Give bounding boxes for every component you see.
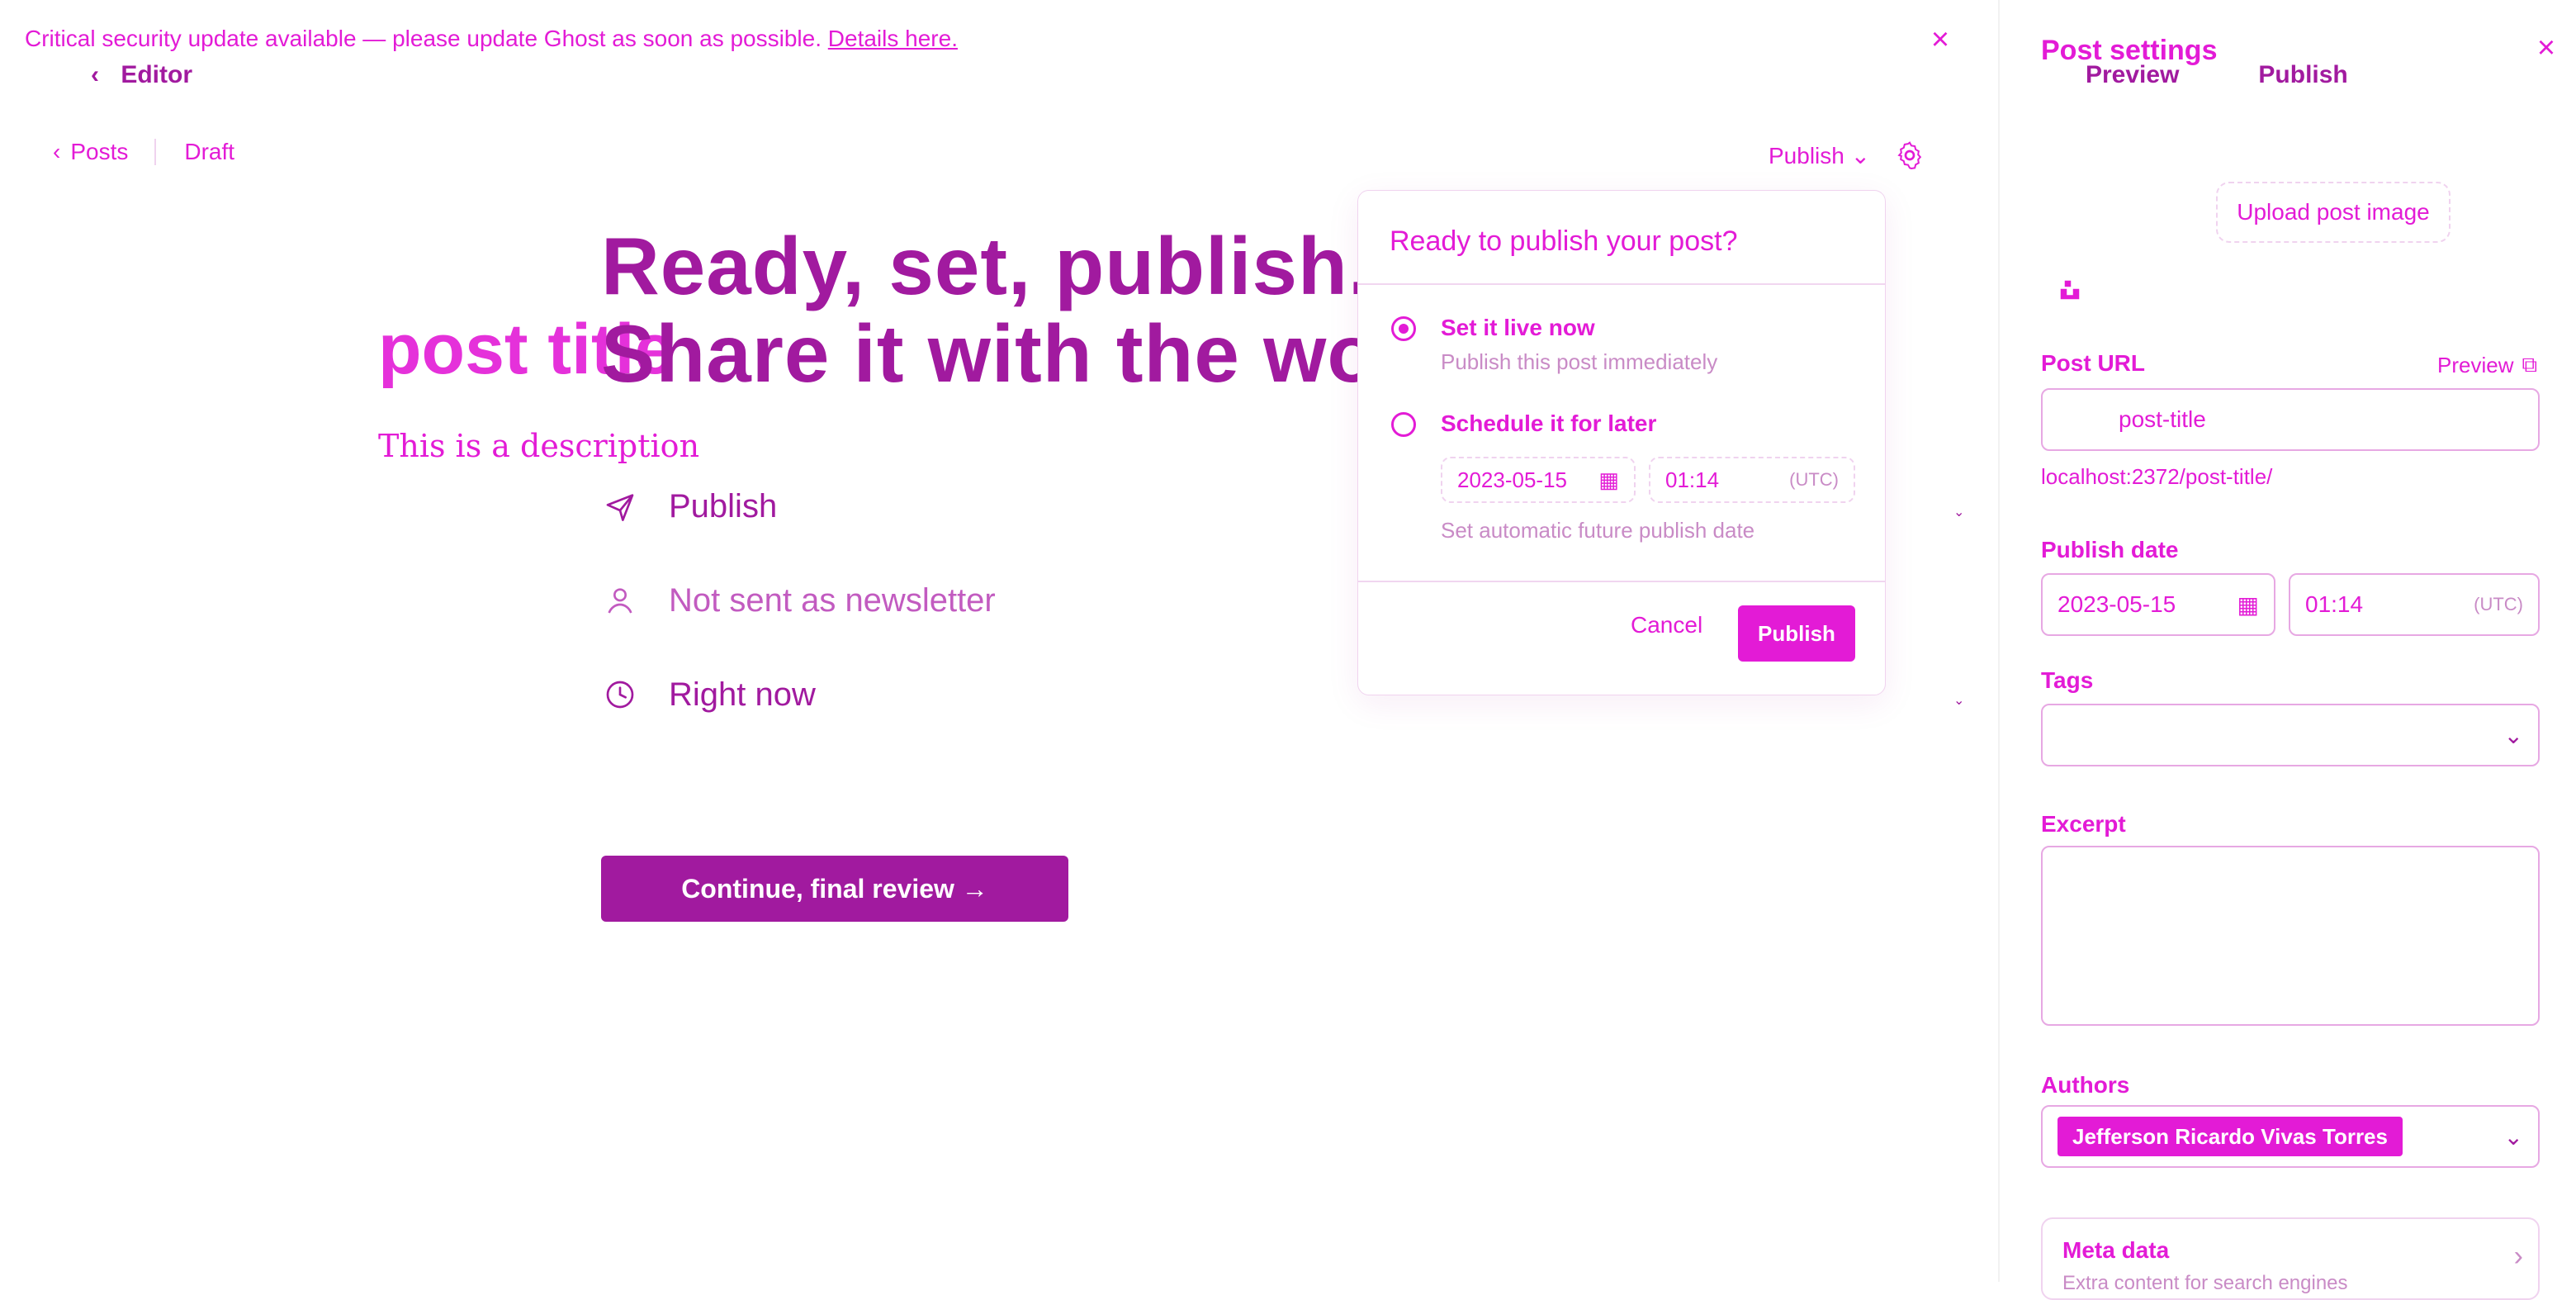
crumb-posts-label: Posts (70, 139, 129, 164)
post-url-preview-link[interactable]: Preview ⧉ (2437, 352, 2537, 378)
post-image-area: Upload post image (2041, 107, 2540, 311)
popover-timezone: (UTC) (1789, 469, 1839, 490)
upload-post-image-button[interactable]: Upload post image (2216, 182, 2451, 243)
editor-back-link[interactable]: ‹ Editor (91, 61, 192, 89)
newsletter-row-label: Not sent as newsletter (669, 581, 996, 619)
link-icon (2057, 403, 2091, 436)
publish-dropdown-link[interactable]: Publish ⌄ (1769, 142, 1870, 169)
close-icon: × (2536, 31, 2556, 65)
unsplash-icon[interactable] (2057, 278, 2082, 302)
editor-area: Critical security update available — ple… (0, 0, 1998, 1282)
publish-row-label: Publish (669, 487, 778, 524)
post-description[interactable]: This is a description (378, 428, 699, 464)
tab-preview[interactable]: Preview (2086, 61, 2179, 89)
popover-title: Ready to publish your post? (1390, 225, 1738, 257)
user-icon (601, 581, 639, 619)
authors-select[interactable]: Jefferson Ricardo Vivas Torres ⌄ (2041, 1105, 2540, 1168)
publish-time-value: 01:14 (2305, 591, 2364, 617)
chevron-down-icon: ⌄ (1953, 694, 1965, 708)
chevron-down-icon: ⌄ (1850, 142, 1871, 168)
time-row[interactable]: Right now (601, 676, 816, 714)
publish-timezone: (UTC) (2474, 594, 2523, 614)
publish-date-value: 2023-05-15 (2057, 591, 2176, 617)
popover-hint: Set automatic future publish date (1441, 518, 1755, 543)
calendar-icon: ▦ (2237, 591, 2259, 618)
crumb-draft: Draft (184, 139, 235, 164)
tags-label: Tags (2041, 667, 2094, 693)
option-live-now-text: Set it live now Publish this post immedi… (1441, 315, 1717, 375)
excerpt-textarea[interactable] (2041, 846, 2540, 1026)
tags-select[interactable]: ⌄ (2041, 704, 2540, 766)
chevron-down-icon: ⌄ (1953, 505, 1965, 520)
option-schedule-label: Schedule it for later (1441, 410, 1657, 436)
option-live-now-sub: Publish this post immediately (1441, 349, 1718, 374)
crumb-posts[interactable]: ‹ Posts (53, 139, 157, 165)
publish-row-expand[interactable]: ⌄ (1953, 504, 1978, 529)
divider (1358, 581, 1885, 582)
popover-time-field[interactable]: 01:14 (UTC) (1649, 457, 1855, 503)
continue-final-review-button[interactable]: Continue, final review → (601, 856, 1068, 922)
gear-icon[interactable] (1893, 139, 1926, 172)
option-live-now-label: Set it live now (1441, 315, 1595, 340)
editor-topbar-actions: Publish ⌄ (1769, 139, 1926, 172)
post-url-value: post-title (2119, 406, 2206, 432)
security-banner: Critical security update available — ple… (25, 25, 958, 53)
publish-date-input[interactable]: 2023-05-15 ▦ (2041, 573, 2275, 636)
chevron-down-icon: ⌄ (2503, 722, 2523, 748)
popover-cancel-button[interactable]: Cancel (1631, 612, 1702, 638)
close-icon: × (1930, 22, 1950, 57)
popover-publish-button[interactable]: Publish (1738, 605, 1855, 662)
chevron-down-icon: ⌄ (2503, 1123, 2523, 1150)
newsletter-row[interactable]: Not sent as newsletter (601, 581, 996, 619)
excerpt-label: Excerpt (2041, 811, 2126, 837)
banner-close-button[interactable]: × (1924, 23, 1957, 56)
calendar-icon: ▦ (1598, 467, 1619, 492)
publish-row[interactable]: Publish (601, 487, 777, 525)
post-url-preview-label: Preview (2437, 352, 2514, 377)
banner-details-link[interactable]: Details here. (828, 26, 958, 51)
publish-date-label: Publish date (2041, 537, 2179, 562)
chevron-right-icon: › (2513, 1241, 2523, 1272)
radio-live-now[interactable] (1391, 316, 1416, 341)
authors-label: Authors (2041, 1072, 2130, 1098)
chevron-left-icon: ‹ (53, 139, 61, 164)
breadcrumb: ‹ Posts Draft (53, 139, 234, 165)
popover-time-value: 01:14 (1665, 467, 1720, 492)
time-row-label: Right now (669, 676, 816, 713)
popover-date-field[interactable]: 2023-05-15 ▦ (1441, 457, 1636, 503)
sidebar-close-button[interactable]: × (2530, 31, 2563, 64)
publish-time-input[interactable]: 01:14 (UTC) (2289, 573, 2540, 636)
post-url-label: Post URL (2041, 350, 2145, 376)
sidebar-tabs: Preview Publish (2086, 61, 2348, 89)
publish-popover: Ready to publish your post? Set it live … (1357, 190, 1886, 695)
time-row-expand[interactable]: ⌄ (1953, 692, 1978, 717)
author-chip[interactable]: Jefferson Ricardo Vivas Torres (2057, 1117, 2403, 1156)
meta-data-card[interactable]: Meta data Extra content for search engin… (2041, 1217, 2540, 1300)
post-settings-sidebar: Post settings × Preview Publish Upload p… (1998, 0, 2576, 1300)
radio-dot (1399, 324, 1409, 334)
popover-date-value: 2023-05-15 (1457, 467, 1567, 492)
meta-data-title: Meta data (2062, 1237, 2170, 1263)
option-live-now[interactable]: Set it live now Publish this post immedi… (1391, 315, 1717, 375)
option-schedule[interactable]: Schedule it for later (1391, 410, 1656, 437)
clock-icon (601, 676, 639, 714)
tab-publish[interactable]: Publish (2258, 61, 2347, 89)
external-link-icon: ⧉ (2522, 352, 2538, 377)
send-icon (601, 487, 639, 525)
editor-back-label: Editor (121, 61, 193, 88)
chevron-left-icon: ‹ (91, 61, 99, 88)
banner-text: Critical security update available — ple… (25, 26, 822, 51)
post-url-input[interactable]: post-title (2041, 388, 2540, 451)
meta-data-subtitle: Extra content for search engines (2062, 1272, 2348, 1294)
radio-schedule[interactable] (1391, 412, 1416, 437)
post-url-hint: localhost:2372/post-title/ (2041, 464, 2273, 489)
publish-link-label: Publish (1769, 142, 1844, 168)
divider (1358, 283, 1885, 285)
